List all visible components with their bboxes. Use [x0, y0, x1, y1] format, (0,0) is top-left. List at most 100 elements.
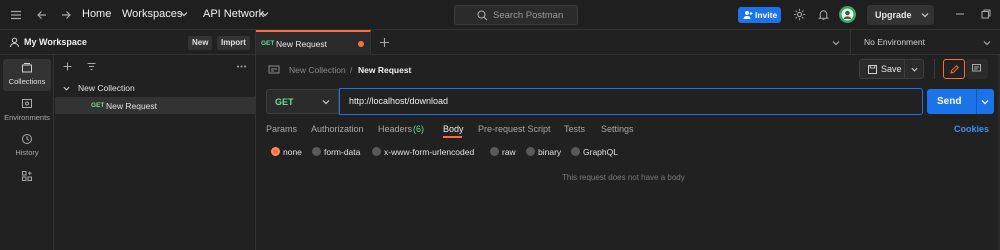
divider [904, 60, 905, 78]
chevron-down-icon[interactable] [260, 9, 274, 23]
radio-form-data[interactable] [312, 147, 321, 156]
active-tab-indicator [443, 136, 462, 138]
tab-method-badge: GET [261, 40, 275, 47]
environments-icon [21, 98, 33, 110]
menu-icon[interactable] [9, 8, 23, 22]
radio-none[interactable] [271, 147, 280, 156]
top-bar: Home Workspaces API Network Search Postm… [0, 0, 1000, 30]
sidebar-item-label: History [15, 148, 39, 157]
tab-new-request[interactable]: GET New Request [256, 30, 371, 55]
chevron-down-icon[interactable] [831, 38, 841, 48]
workspace-header: My Workspace New Import [0, 30, 255, 55]
upgrade-label: Upgrade [875, 10, 912, 20]
chevron-down-icon[interactable] [920, 10, 930, 20]
edit-button[interactable] [943, 59, 965, 79]
breadcrumb-parent[interactable]: New Collection [289, 65, 346, 75]
nav-workspaces[interactable]: Workspaces [122, 8, 182, 20]
save-label: Save [881, 64, 902, 74]
radio-label: x-www-form-urlencoded [384, 147, 475, 157]
chevron-down-icon[interactable] [910, 65, 919, 74]
chevron-down-icon[interactable] [980, 97, 990, 107]
sidebar-item-label: Environments [4, 113, 50, 122]
method-label: GET [275, 97, 294, 107]
new-button[interactable]: New [188, 36, 213, 50]
sidebar-rail: Collections Environments History [0, 55, 54, 250]
filter-icon[interactable] [86, 61, 97, 72]
back-arrow-icon[interactable] [35, 8, 49, 22]
sidebar-item-configure-workbench[interactable] [3, 167, 51, 199]
chevron-down-icon[interactable] [179, 9, 193, 23]
tab-authorization[interactable]: Authorization [311, 124, 364, 134]
user-icon [9, 37, 20, 48]
comments-button[interactable] [966, 59, 988, 79]
request-tree-item[interactable]: GET New Request [55, 97, 255, 114]
invite-button[interactable]: Invite [738, 7, 781, 23]
http-request-icon [268, 64, 280, 76]
cookies-link[interactable]: Cookies [954, 124, 989, 134]
gear-icon[interactable] [793, 8, 807, 22]
chevron-down-icon[interactable] [62, 84, 71, 93]
tab-settings[interactable]: Settings [601, 124, 634, 134]
tab-bar: GET New Request No Environment [256, 30, 1000, 55]
radio-label: raw [502, 147, 516, 157]
method-selector[interactable]: GET [266, 89, 339, 114]
radio-graphql[interactable] [571, 147, 580, 156]
restore-icon[interactable] [980, 8, 994, 22]
collection-name[interactable]: New Collection [78, 83, 135, 93]
request-name: New Request [106, 101, 158, 111]
radio-x-www-form-urlencoded[interactable] [372, 147, 381, 156]
radio-binary[interactable] [526, 147, 535, 156]
forward-arrow-icon[interactable] [59, 8, 73, 22]
upgrade-button[interactable]: Upgrade [867, 5, 934, 25]
breadcrumb-separator: / [350, 65, 353, 75]
search-placeholder: Search Postman [493, 10, 564, 21]
avatar[interactable] [839, 6, 856, 23]
url-input[interactable]: http://localhost/download [339, 88, 923, 115]
empty-body-message: This request does not have a body [562, 173, 685, 182]
search-icon [477, 10, 488, 21]
more-options-icon[interactable] [236, 61, 247, 72]
radio-label: binary [538, 147, 562, 157]
sidebar-item-collections[interactable]: Collections [3, 59, 51, 91]
comment-icon [971, 63, 982, 74]
environment-selector[interactable]: No Environment [850, 30, 1000, 55]
collections-icon [21, 62, 33, 74]
tab-pre-request-script[interactable]: Pre-request Script [478, 124, 551, 134]
radio-label: form-data [324, 147, 361, 157]
unsaved-dot-icon [358, 41, 364, 47]
search-bar[interactable]: Search Postman [454, 5, 578, 25]
pencil-icon [949, 64, 960, 75]
tab-headers[interactable]: Headers [378, 124, 412, 134]
bell-icon[interactable] [817, 8, 831, 22]
tab-tests[interactable]: Tests [564, 124, 585, 134]
nav-home[interactable]: Home [82, 8, 111, 20]
radio-raw[interactable] [490, 147, 499, 156]
nav-api-network[interactable]: API Network [203, 8, 264, 20]
chevron-down-icon[interactable] [321, 97, 331, 107]
sidebar-item-environments[interactable]: Environments [3, 95, 51, 127]
workspace-name[interactable]: My Workspace [24, 37, 87, 47]
import-button[interactable]: Import [217, 36, 250, 50]
configure-workbench-icon [21, 170, 33, 182]
tab-params[interactable]: Params [266, 124, 297, 134]
new-tab-icon[interactable] [379, 37, 390, 48]
tab-body[interactable]: Body [443, 124, 464, 134]
add-icon[interactable] [62, 61, 73, 72]
tab-title: New Request [276, 39, 328, 49]
sidebar-item-history[interactable]: History [3, 130, 51, 162]
url-value: http://localhost/download [349, 96, 449, 106]
person-plus-icon [743, 10, 753, 20]
save-icon [867, 64, 878, 75]
invite-label: Invite [755, 10, 778, 20]
send-button[interactable]: Send [927, 89, 994, 114]
request-method-badge: GET [91, 102, 105, 109]
send-label: Send [937, 96, 962, 107]
minimize-icon[interactable] [954, 8, 968, 22]
sidebar-item-label: Collections [8, 77, 46, 86]
history-icon [21, 133, 33, 145]
chevron-down-icon[interactable] [982, 38, 992, 48]
save-button[interactable]: Save [859, 59, 924, 79]
divider [976, 89, 977, 114]
breadcrumb-current[interactable]: New Request [358, 65, 411, 75]
radio-label: none [283, 147, 302, 157]
